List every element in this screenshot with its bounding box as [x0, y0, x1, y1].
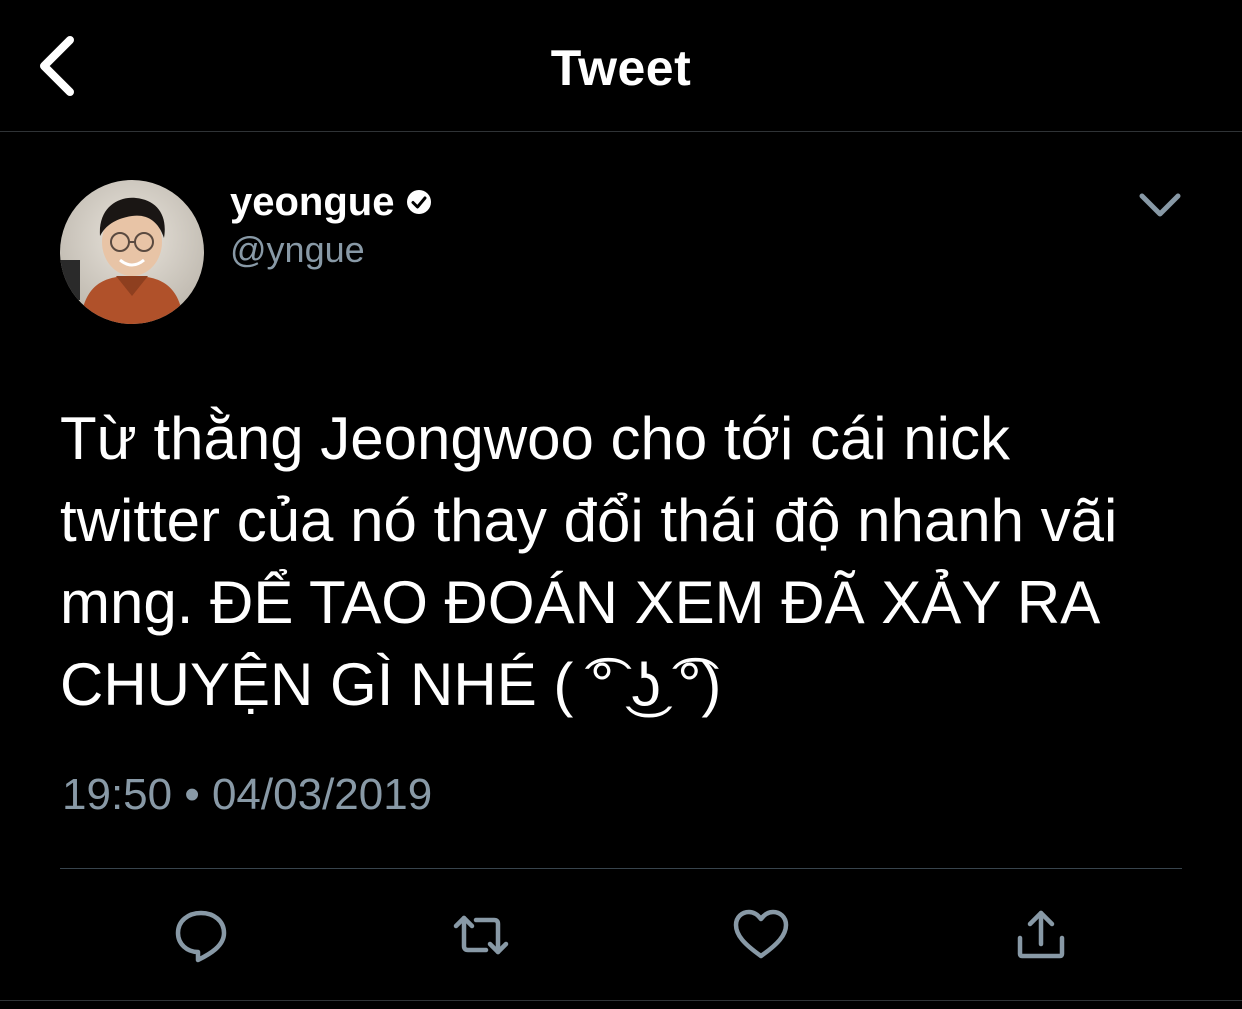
- tweet-text: Từ thằng Jeongwoo cho tới cái nick twitt…: [60, 405, 1118, 718]
- reply-icon: [175, 910, 227, 963]
- top-bar: Tweet: [0, 0, 1242, 132]
- page-title: Tweet: [550, 40, 692, 96]
- avatar-photo: [60, 180, 204, 324]
- tweet-timestamp[interactable]: 19:50 • 04/03/2019: [62, 768, 432, 822]
- retweet-icon: [453, 915, 509, 955]
- author-handle[interactable]: @yngue: [230, 228, 365, 272]
- verified-badge-icon: [407, 190, 432, 214]
- avatar[interactable]: [60, 180, 204, 324]
- chevron-down-icon: [1139, 193, 1181, 217]
- retweet-button[interactable]: [452, 906, 510, 964]
- reply-button[interactable]: [172, 906, 230, 964]
- more-options-button[interactable]: [1136, 186, 1184, 222]
- share-icon: [1017, 910, 1065, 959]
- like-button[interactable]: [732, 906, 790, 964]
- bottom-divider: [0, 1000, 1242, 1001]
- author-display-name[interactable]: yeongue: [230, 180, 394, 224]
- like-icon: [733, 909, 789, 959]
- divider: [60, 868, 1182, 869]
- share-button[interactable]: [1012, 906, 1070, 964]
- author-name-row: yeongue: [230, 180, 432, 224]
